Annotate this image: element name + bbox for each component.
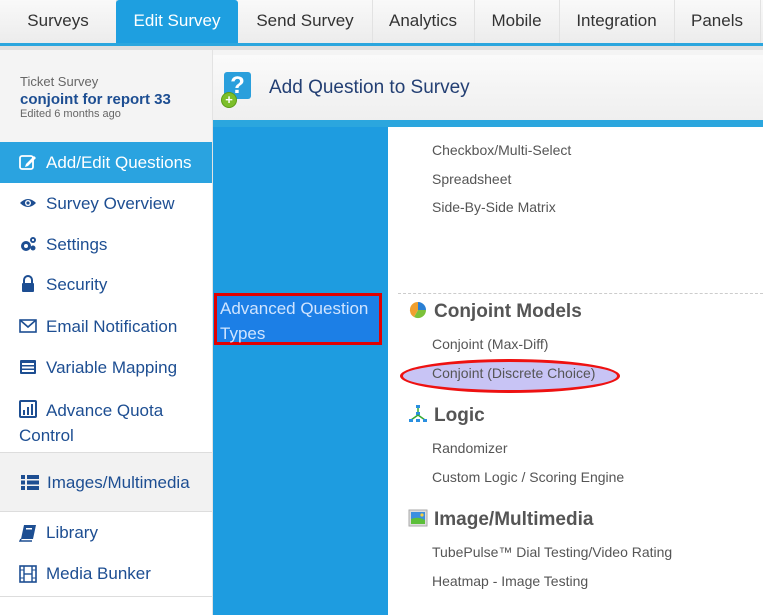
list-alt-icon	[20, 360, 36, 374]
edited-timestamp: Edited 6 months ago	[20, 108, 121, 120]
panel-title: Add Question to Survey	[269, 77, 470, 98]
survey-type: Ticket Survey	[20, 74, 99, 89]
envelope-icon	[19, 319, 37, 333]
sidebar-item-library[interactable]: Library	[0, 512, 212, 553]
sidebar-item-email-notification[interactable]: Email Notification	[0, 306, 212, 347]
tab-integration[interactable]: Integration	[559, 0, 675, 43]
section-logic: Logic	[408, 404, 485, 427]
gears-icon	[21, 237, 36, 251]
sidebar-item-label: Survey Overview	[46, 194, 175, 213]
sidebar-item-label: Settings	[46, 235, 108, 254]
sidebar-item-survey-overview[interactable]: Survey Overview	[0, 183, 212, 224]
question-type-item[interactable]: Checkbox/Multi-Select	[432, 142, 571, 158]
panel-header: ? + Add Question to Survey	[213, 55, 763, 127]
question-type-conjoint-discrete-choice[interactable]: Conjoint (Discrete Choice)	[432, 365, 595, 381]
sidebar-item-settings[interactable]: Settings	[0, 224, 212, 265]
tab-mobile[interactable]: Mobile	[474, 0, 560, 43]
question-type-item[interactable]: Randomizer	[432, 440, 507, 456]
tab-panels[interactable]: Panels	[674, 0, 761, 43]
flowchart-icon	[409, 405, 427, 422]
category-column: Advanced Question Types	[213, 127, 388, 615]
list-icon	[21, 475, 39, 490]
tab-label: Mobile	[491, 11, 542, 30]
sidebar-item-label: Email Notification	[46, 317, 178, 336]
top-nav: Surveys Edit Survey Send Survey Analytic…	[0, 0, 763, 50]
sidebar-item-label: Library	[46, 523, 98, 542]
tab-send-survey[interactable]: Send Survey	[238, 0, 373, 43]
film-icon	[19, 565, 37, 583]
survey-name[interactable]: conjoint for report 33	[20, 91, 171, 108]
tab-surveys[interactable]: Surveys	[0, 0, 117, 43]
question-type-item[interactable]: Spreadsheet	[432, 171, 511, 187]
sidebar-item-variable-mapping[interactable]: Variable Mapping	[0, 347, 212, 388]
question-type-item[interactable]: TubePulse™ Dial Testing/Video Rating	[432, 544, 672, 560]
section-title: Logic	[434, 405, 485, 426]
tab-edit-survey[interactable]: Edit Survey	[116, 0, 238, 43]
sidebar-item-media-bunker[interactable]: Media Bunker	[0, 553, 212, 594]
pie-chart-icon	[409, 301, 427, 319]
sidebar-item-add-edit-questions[interactable]: Add/Edit Questions	[0, 142, 212, 183]
section-divider	[398, 293, 763, 294]
section-conjoint-models: Conjoint Models	[408, 300, 582, 323]
edit-icon	[19, 155, 36, 170]
sidebar-item-label: Advance Quota Control	[19, 401, 164, 445]
tab-label: Analytics	[388, 11, 458, 30]
sidebar: Ticket Survey conjoint for report 33 Edi…	[0, 50, 213, 615]
tab-label: Send Survey	[256, 11, 354, 30]
lock-icon	[22, 275, 34, 292]
tab-label: Integration	[576, 11, 657, 30]
section-title: Conjoint Models	[434, 301, 582, 322]
sidebar-item-label: Variable Mapping	[46, 358, 178, 377]
question-type-item[interactable]: Custom Logic / Scoring Engine	[432, 469, 624, 485]
section-title: Image/Multimedia	[434, 509, 594, 530]
image-icon	[408, 509, 428, 527]
category-advanced-question-types[interactable]: Advanced Question Types	[214, 293, 382, 345]
tab-label: Surveys	[27, 11, 89, 30]
sidebar-group-label: Images/Multimedia	[47, 473, 190, 492]
sidebar-divider	[0, 596, 212, 597]
sidebar-item-label: Security	[46, 275, 108, 294]
survey-info: Ticket Survey conjoint for report 33 Edi…	[0, 50, 212, 142]
question-type-list: Multi-Point Scales Checkbox/Multi-Select…	[388, 127, 763, 615]
section-image-multimedia: Image/Multimedia	[408, 508, 593, 531]
tab-analytics[interactable]: Analytics	[372, 0, 475, 43]
eye-icon	[20, 199, 36, 207]
sidebar-item-advance-quota-control[interactable]: Advance Quota Control	[0, 388, 212, 450]
sidebar-item-label: Add/Edit Questions	[46, 153, 192, 172]
add-plus-icon: +	[221, 92, 237, 108]
add-question-panel: ? + Add Question to Survey Advanced Ques…	[213, 55, 763, 615]
question-type-item[interactable]: Conjoint (Max-Diff)	[432, 336, 548, 352]
sidebar-group-images-multimedia[interactable]: Images/Multimedia	[0, 452, 212, 512]
tab-label: Panels	[691, 11, 743, 30]
book-icon	[19, 525, 36, 542]
tab-label: Edit Survey	[133, 11, 221, 30]
question-type-item[interactable]: Multi-Point Scales	[432, 127, 544, 129]
sidebar-item-security[interactable]: Security	[0, 265, 212, 306]
sidebar-item-label: Media Bunker	[46, 564, 151, 583]
question-type-item[interactable]: Side-By-Side Matrix	[432, 199, 556, 215]
question-type-item[interactable]: Heatmap - Image Testing	[432, 573, 588, 589]
